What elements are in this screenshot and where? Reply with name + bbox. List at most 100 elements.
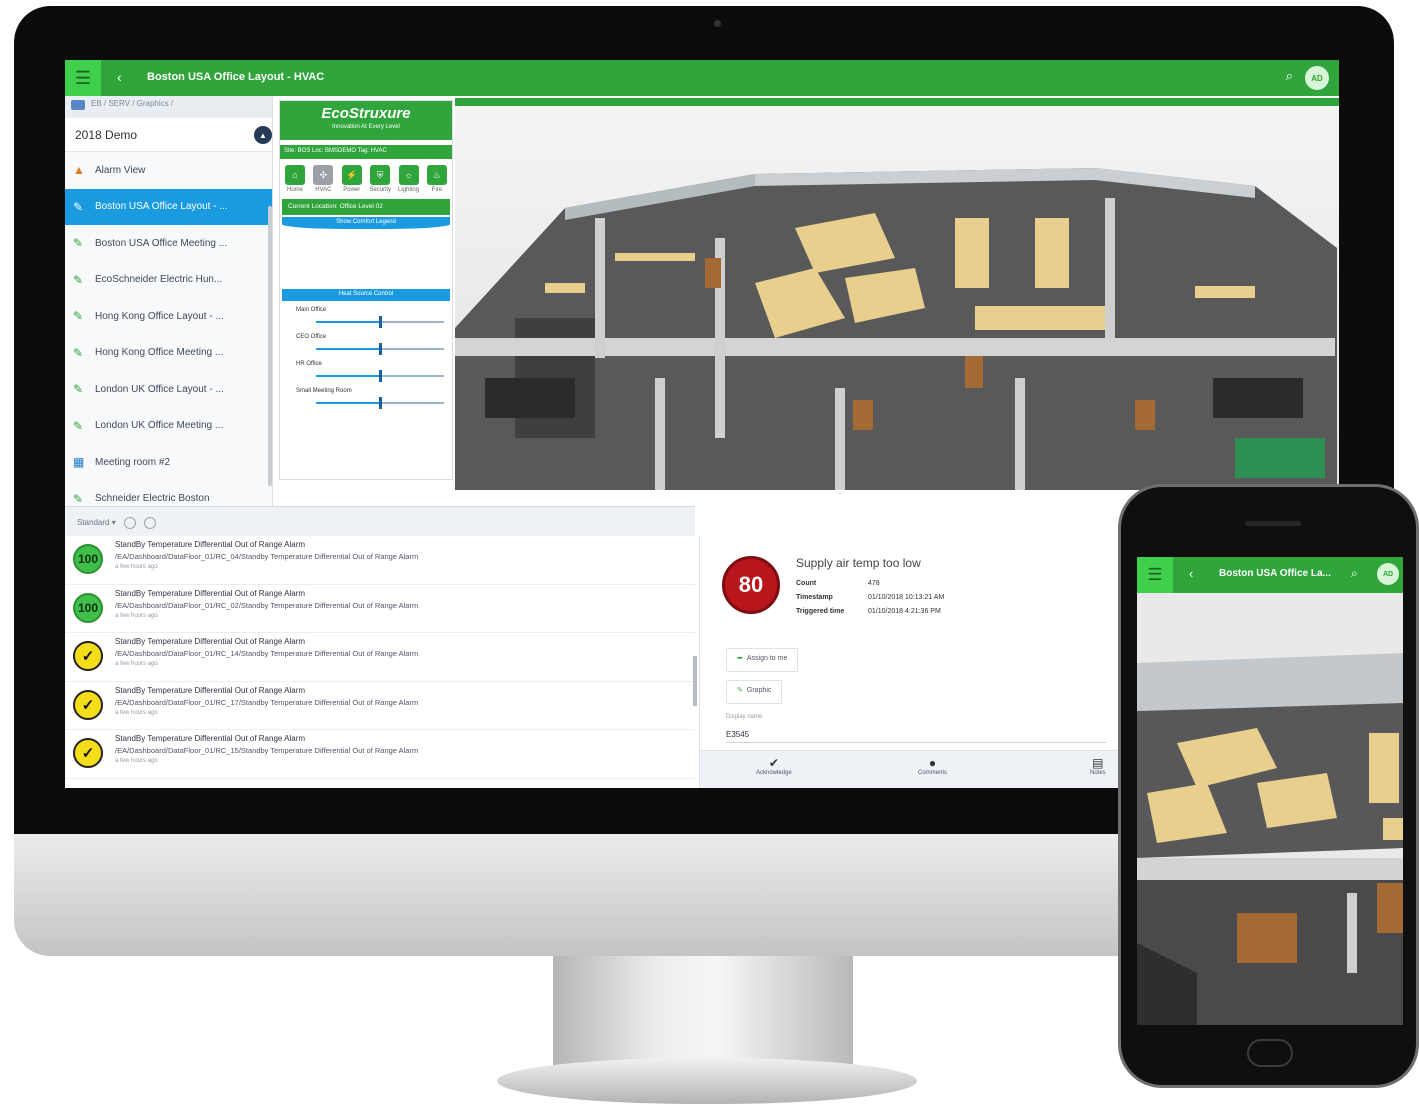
avatar[interactable]: AD xyxy=(1305,66,1329,90)
grid-icon: ▦ xyxy=(73,455,85,470)
alarm-title: StandBy Temperature Differential Out of … xyxy=(115,734,306,743)
pencil-icon: ✎ xyxy=(73,418,84,433)
comments-button[interactable]: ● Comments xyxy=(918,756,947,776)
alarm-title: StandBy Temperature Differential Out of … xyxy=(115,685,306,695)
slider-track[interactable] xyxy=(316,370,444,382)
nav-item-hongkong-meeting[interactable]: ✎ Hong Kong Office Meeting ... xyxy=(65,335,272,372)
phone-floor-plan-graphic[interactable] xyxy=(1137,593,1403,1025)
navigation-panel: EB / SERV / Graphics / 2018 Demo ▲ ▲ Alar… xyxy=(65,96,273,506)
ecostruxure-header: EcoStruxure Innovation At Every Level xyxy=(280,101,452,143)
slider-track[interactable] xyxy=(316,316,444,328)
brand-logo: EcoStruxure xyxy=(321,105,411,122)
notes-button[interactable]: ▤ Notes xyxy=(1090,756,1106,776)
folder-icon xyxy=(71,100,85,110)
alarm-title: StandBy Temperature Differential Out of … xyxy=(115,588,306,598)
filter-dropdown[interactable]: Standard xyxy=(77,518,109,527)
nav-item-ecoschneider[interactable]: ✎ EcoSchneider Electric Hun... xyxy=(65,262,272,299)
chevron-down-icon: ▾ xyxy=(111,518,116,528)
refresh-icon[interactable] xyxy=(123,517,136,529)
assign-to-me-button[interactable]: ➦ Assign to me xyxy=(726,648,799,672)
monitor-stand-base xyxy=(497,1058,917,1104)
root-folder-row[interactable]: 2018 Demo ▲ xyxy=(65,118,272,152)
alarm-time: a few hours ago xyxy=(115,758,158,764)
graphic-label: Graphic xyxy=(746,687,772,694)
slider-hr-office: HR Office xyxy=(280,355,452,382)
search-icon: ⌕ xyxy=(1351,566,1358,580)
search-button[interactable]: ⌕ xyxy=(1286,68,1293,84)
slider-knob[interactable] xyxy=(379,343,382,355)
app-bar: ☰ ‹ Boston USA Office Layout - HVAC ⌕ AD xyxy=(65,60,1339,96)
slider-knob[interactable] xyxy=(379,316,382,328)
nav-item-schneider-boston[interactable]: ✎ Schneider Electric Boston xyxy=(65,481,272,507)
home-system-button[interactable]: ⌂ Home xyxy=(284,165,306,193)
field-key: Count xyxy=(796,580,817,587)
alarm-list-item[interactable]: 100 StandBy Temperature Differential Out… xyxy=(65,536,695,585)
slider-track[interactable] xyxy=(316,397,444,409)
slider-knob[interactable] xyxy=(379,397,382,409)
hvac-system-button[interactable]: ✣ HVAC xyxy=(312,165,334,193)
hamburger-menu-button[interactable]: ☰ xyxy=(65,60,101,96)
nav-item-label: Meeting room #2 xyxy=(95,456,171,468)
location-info-strip: Site: BOS Loc: BMSDEMO Tag: HVAC xyxy=(280,145,452,159)
mobile-phone: ☰ ‹ Boston USA Office La... ⌕ AD xyxy=(1118,484,1419,1088)
avatar[interactable]: AD xyxy=(1377,563,1399,585)
alarm-title: StandBy Temperature Differential Out of … xyxy=(115,540,306,549)
system-label: Power xyxy=(343,187,361,193)
history-icon[interactable] xyxy=(144,517,157,529)
arrow-up-icon: ▲ xyxy=(259,130,267,140)
alarm-list-item[interactable]: 100 StandBy Temperature Differential Out… xyxy=(65,585,695,633)
display-name-value: E3545 xyxy=(726,730,750,739)
slider-label: Small Meeting Room xyxy=(296,388,352,394)
nav-scrollbar[interactable] xyxy=(268,206,272,486)
graphic-button[interactable]: ✎ Graphic xyxy=(726,680,783,704)
nav-item-meeting-room[interactable]: ▦ Meeting room #2 xyxy=(65,444,272,481)
nav-item-london-layout[interactable]: ✎ London UK Office Layout - ... xyxy=(65,371,272,408)
comment-icon: ● xyxy=(928,756,937,770)
fire-system-button[interactable]: ♨ Fire xyxy=(426,165,448,193)
detail-field-timestamp: Timestamp 01/10/2018 10:13:21 AM xyxy=(796,594,944,601)
lighting-system-button[interactable]: ☼ Lighting xyxy=(398,165,420,193)
slider-knob[interactable] xyxy=(379,370,382,382)
alarm-time: a few hours ago xyxy=(115,661,158,667)
pencil-icon: ✎ xyxy=(73,382,84,397)
nav-item-label: London UK Office Layout - ... xyxy=(95,383,224,395)
alarm-path: /EA/Dashboard/DataFloor_01/RC_02/Standby… xyxy=(115,600,419,610)
phone-home-button[interactable] xyxy=(1247,1039,1293,1067)
breadcrumb[interactable]: EB / SERV / Graphics / xyxy=(65,96,272,118)
alarm-path: /EA/Dashboard/DataFloor_01/RC_04/Standby… xyxy=(115,552,419,561)
alarm-list-item[interactable]: ✓ StandBy Temperature Differential Out o… xyxy=(65,730,695,779)
slider-track[interactable] xyxy=(316,343,444,355)
acknowledge-button[interactable]: ✔ Acknowledge xyxy=(756,756,792,776)
current-location-bar: Current Location: Office Level 02 xyxy=(282,199,450,215)
heat-source-header: Heat Source Control xyxy=(282,289,450,301)
assign-label: Assign to me xyxy=(746,655,788,662)
alarm-list-item[interactable]: ✓ StandBy Temperature Differential Out o… xyxy=(65,682,695,730)
security-system-button[interactable]: ⛨ Security xyxy=(369,165,391,193)
nav-item-boston-meeting[interactable]: ✎ Boston USA Office Meeting ... xyxy=(65,225,272,262)
acknowledged-check-icon: ✓ xyxy=(73,689,103,720)
nav-item-london-meeting[interactable]: ✎ London UK Office Meeting ... xyxy=(65,408,272,445)
navigate-up-button[interactable]: ▲ xyxy=(254,126,272,144)
back-button[interactable]: ‹ xyxy=(1189,566,1193,581)
back-button[interactable]: ‹ xyxy=(117,69,122,85)
pencil-icon: ✎ xyxy=(73,491,84,506)
alarm-list-item[interactable]: ✓ StandBy Temperature Differential Out o… xyxy=(65,633,695,682)
nav-item-label: Boston USA Office Layout - ... xyxy=(95,201,228,213)
system-label: Security xyxy=(369,187,392,193)
chevron-left-icon: ‹ xyxy=(1189,566,1194,581)
hamburger-menu-button[interactable]: ☰ xyxy=(1137,557,1173,593)
search-button[interactable]: ⌕ xyxy=(1351,566,1358,581)
nav-item-hongkong-layout[interactable]: ✎ Hong Kong Office Layout - ... xyxy=(65,298,272,335)
power-system-button[interactable]: ⚡ Power xyxy=(341,165,363,193)
system-label: HVAC xyxy=(315,187,332,193)
power-icon: ⚡ xyxy=(341,165,362,185)
nav-item-alarm-view[interactable]: ▲ Alarm View xyxy=(65,152,272,189)
nav-item-boston-layout[interactable]: ✎ Boston USA Office Layout - ... xyxy=(65,188,272,225)
alarm-list: 100 StandBy Temperature Differential Out… xyxy=(65,536,695,788)
floor-plan-3d-view[interactable] xyxy=(455,98,1339,490)
show-comfort-legend-button[interactable]: Show Comfort Legend xyxy=(282,217,450,229)
footer-label: Acknowledge xyxy=(756,770,792,776)
alarm-list-scrollbar[interactable] xyxy=(693,656,697,706)
nav-item-label: Alarm View xyxy=(95,164,146,176)
acknowledged-check-icon: ✓ xyxy=(73,738,103,768)
